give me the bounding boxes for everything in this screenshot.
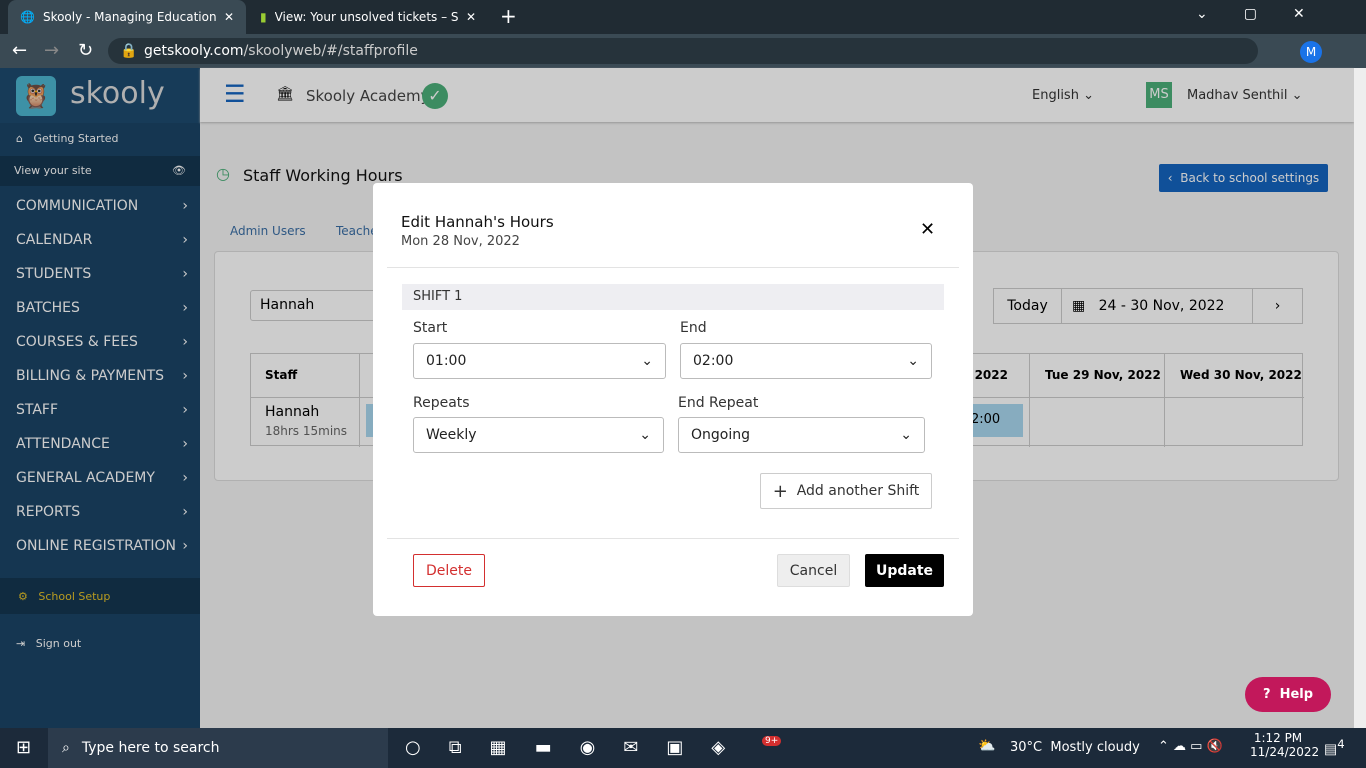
- plus-icon: +: [772, 480, 788, 502]
- globe-icon: 🌐: [20, 10, 35, 24]
- new-tab-button[interactable]: +: [500, 4, 517, 28]
- chevron-down-icon: ⌄: [639, 427, 651, 443]
- window-controls[interactable]: ⌄▢✕: [1196, 6, 1341, 22]
- url-input[interactable]: 🔒 getskooly.com/skoolyweb/#/staffprofile: [108, 38, 1258, 64]
- zendesk-icon: ▮: [260, 10, 267, 24]
- delete-button[interactable]: Delete: [413, 554, 485, 587]
- repeats-select[interactable]: Weekly ⌄: [413, 417, 664, 453]
- tray-icons[interactable]: ⌃ ☁ ▭ 🔇: [1158, 739, 1223, 754]
- update-button[interactable]: Update: [865, 554, 944, 587]
- end-time-select[interactable]: 02:00 ⌄: [680, 343, 932, 379]
- notifications-icon[interactable]: ▤4: [1324, 737, 1345, 758]
- browser-tab-strip: 🌐 Skooly - Managing Educational J ✕ ▮ View:…: [0, 0, 1366, 34]
- close-tab-icon[interactable]: ✕: [466, 10, 476, 24]
- start-time-select[interactable]: 01:00 ⌄: [413, 343, 666, 379]
- chevron-down-icon: ⌄: [907, 353, 919, 369]
- close-tab-icon[interactable]: ✕: [224, 10, 234, 24]
- help-button[interactable]: ? Help: [1245, 677, 1331, 712]
- chevron-down-icon: ⌄: [641, 353, 653, 369]
- reload-icon[interactable]: ↻: [78, 40, 93, 61]
- taskbar-search[interactable]: ⌕ Type here to search: [48, 728, 388, 768]
- chevron-down-icon: ⌄: [900, 427, 912, 443]
- weather[interactable]: 30°C Mostly cloudy: [1010, 740, 1140, 755]
- add-shift-button[interactable]: + Add another Shift: [760, 473, 932, 509]
- skype-badge: 9+: [762, 736, 782, 746]
- browser-tab-active[interactable]: 🌐 Skooly - Managing Educational J ✕: [8, 0, 246, 34]
- back-icon[interactable]: ←: [12, 40, 27, 61]
- clock[interactable]: 1:12 PM 11/24/2022: [1250, 731, 1319, 759]
- shift-header: SHIFT 1: [402, 284, 944, 310]
- forward-icon[interactable]: →: [44, 40, 59, 61]
- edit-hours-modal: Edit Hannah's Hours Mon 28 Nov, 2022 ✕ S…: [373, 183, 973, 616]
- browser-tab[interactable]: ▮ View: Your unsolved tickets – Sko ✕: [248, 0, 488, 34]
- scrollbar[interactable]: [1354, 68, 1366, 728]
- end-repeat-select[interactable]: Ongoing ⌄: [678, 417, 925, 453]
- taskbar: ⊞ ⌕ Type here to search ○⧉▦▬◉✉▣◈ 9+ ⛅ 30°…: [0, 728, 1366, 768]
- weather-icon: ⛅: [978, 738, 996, 754]
- taskbar-apps[interactable]: ○⧉▦▬◉✉▣◈: [405, 737, 753, 758]
- lock-icon: 🔒: [120, 43, 138, 59]
- modal-date: Mon 28 Nov, 2022: [401, 234, 520, 249]
- windows-start-icon[interactable]: ⊞: [16, 737, 31, 758]
- cancel-button[interactable]: Cancel: [777, 554, 850, 587]
- profile-avatar[interactable]: M: [1300, 41, 1322, 63]
- close-icon[interactable]: ✕: [920, 219, 935, 240]
- search-icon: ⌕: [62, 740, 70, 756]
- modal-title: Edit Hannah's Hours: [401, 213, 554, 231]
